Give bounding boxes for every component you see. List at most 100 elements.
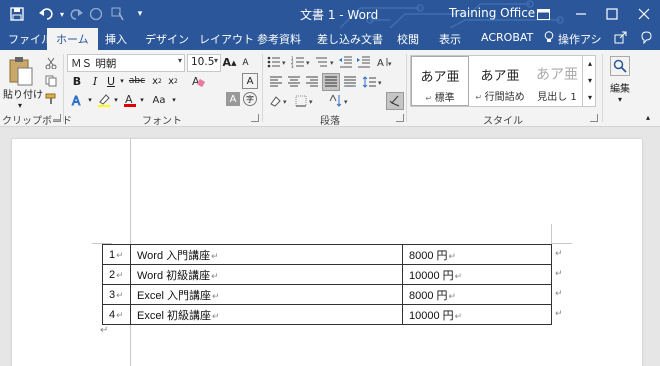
editing-button[interactable]: 編集 <box>606 80 634 95</box>
font-name-select[interactable]: ＭＳ 明朝 ▾ <box>67 54 185 72</box>
grow-font-icon[interactable]: A ▲ <box>223 55 237 70</box>
tab-home[interactable]: ホーム <box>47 28 98 50</box>
subscript-icon[interactable]: x2 <box>150 73 164 89</box>
superscript-icon[interactable]: x2 <box>166 73 180 89</box>
multilevel-list-icon[interactable]: ▾ <box>314 54 336 70</box>
chevron-down-icon[interactable]: ▾ <box>585 74 595 86</box>
strikethrough-icon[interactable]: abc <box>128 73 146 89</box>
asian-layout-icon[interactable]: A ▾ <box>376 54 394 70</box>
table-row[interactable]: 2↵ Word 初級講座↵ 10000 円↵ <box>102 264 552 285</box>
line-spacing-icon[interactable]: ▾ <box>362 74 384 90</box>
table-cell[interactable]: Word 初級講座↵ <box>130 264 403 285</box>
maximize-icon[interactable] <box>602 4 622 24</box>
tab-mailings[interactable]: 差し込み文書 <box>317 31 383 47</box>
close-icon[interactable] <box>634 4 654 24</box>
format-painter-icon[interactable] <box>44 92 58 106</box>
table-cell[interactable]: 10000 円↵ <box>402 304 552 325</box>
show-paragraph-marks-icon[interactable] <box>386 92 404 110</box>
table-cell[interactable]: 10000 円↵ <box>402 264 552 285</box>
table-cell[interactable]: Excel 初級講座↵ <box>130 304 403 325</box>
character-shading-icon[interactable]: A <box>226 92 240 106</box>
align-left-icon[interactable] <box>268 74 284 90</box>
tab-insert[interactable]: 挿入 <box>105 31 127 47</box>
change-case-dropdown-icon[interactable]: ▾ <box>170 92 178 108</box>
underline-dropdown-icon[interactable]: ▾ <box>118 73 126 89</box>
table-row[interactable]: 4↵ Excel 初級講座↵ 10000 円↵ <box>102 304 552 325</box>
shading-icon[interactable]: ▾ <box>268 93 290 109</box>
table-cell[interactable]: Excel 入門講座↵ <box>130 284 403 305</box>
clear-formatting-icon[interactable]: A <box>190 73 206 89</box>
table-cell[interactable]: Word 入門講座↵ <box>130 244 403 265</box>
table-cell[interactable]: 3↵ <box>102 284 131 305</box>
paragraph-launcher-icon[interactable] <box>396 114 404 122</box>
save-icon[interactable] <box>8 4 26 24</box>
tab-references[interactable]: 参考資料 <box>257 31 301 47</box>
align-center-icon[interactable] <box>286 74 302 90</box>
tab-layout[interactable]: レイアウト <box>199 31 254 47</box>
borders-icon[interactable]: ▾ <box>294 93 316 109</box>
increase-indent-icon[interactable] <box>356 54 372 70</box>
cut-icon[interactable] <box>44 56 58 70</box>
share-icon[interactable] <box>614 31 627 47</box>
table-cell[interactable]: 1↵ <box>102 244 131 265</box>
tab-design[interactable]: デザイン <box>145 31 189 47</box>
touch-mode-icon[interactable] <box>110 4 126 24</box>
collapse-ribbon-icon[interactable]: ▴ <box>642 112 654 122</box>
table-cell[interactable]: 4↵ <box>102 304 131 325</box>
table-cell[interactable]: 8000 円↵ <box>402 284 552 305</box>
sort-icon[interactable]: ▾ <box>328 93 352 109</box>
paste-dropdown-icon[interactable]: ▾ <box>14 100 26 110</box>
style-normal[interactable]: あア亜 ↵ 標準 <box>411 56 469 106</box>
find-icon[interactable] <box>610 56 630 76</box>
style-heading-1[interactable]: あア亜 見出し 1 <box>531 56 583 106</box>
tell-me-search[interactable]: 操作アシ <box>558 31 602 47</box>
enclose-characters-icon[interactable]: 字 <box>243 92 257 106</box>
chevron-up-icon[interactable]: ▴ <box>585 57 595 69</box>
highlight-icon[interactable] <box>96 92 112 108</box>
user-name[interactable]: Training Office <box>449 6 535 20</box>
copy-icon[interactable] <box>44 74 58 88</box>
justify-icon[interactable] <box>322 73 340 91</box>
more-styles-icon[interactable]: ▾ <box>585 91 595 103</box>
paste-label[interactable]: 貼り付け <box>3 86 43 101</box>
text-effects-dropdown-icon[interactable]: ▾ <box>86 92 94 108</box>
character-border-icon[interactable]: A <box>242 73 258 89</box>
font-color-icon[interactable]: A <box>122 92 138 108</box>
tab-view[interactable]: 表示 <box>439 31 461 47</box>
styles-launcher-icon[interactable] <box>590 114 598 122</box>
document-table[interactable]: 1↵ Word 入門講座↵ 8000 円↵ 2↵ Word 初級講座↵ 1000… <box>102 244 552 325</box>
underline-icon[interactable]: U <box>104 73 118 89</box>
bold-icon[interactable]: B <box>70 73 84 89</box>
clipboard-launcher-icon[interactable] <box>53 114 61 122</box>
tab-file[interactable]: ファイル <box>8 31 52 47</box>
table-row[interactable]: 1↵ Word 入門講座↵ 8000 円↵ <box>102 244 552 265</box>
italic-icon[interactable]: I <box>88 73 102 89</box>
undo-dropdown-icon[interactable]: ▾ <box>58 4 66 24</box>
text-effects-icon[interactable]: A <box>70 92 86 108</box>
change-case-button[interactable]: Aa <box>148 92 170 108</box>
style-no-spacing[interactable]: あア亜 ↵ 行間詰め <box>469 56 531 106</box>
font-size-select[interactable]: 10.5 ▾ <box>187 54 221 72</box>
table-cell[interactable]: 2↵ <box>102 264 131 285</box>
shrink-font-icon[interactable]: A <box>239 55 252 70</box>
font-launcher-icon[interactable] <box>251 114 259 122</box>
decrease-indent-icon[interactable] <box>338 54 354 70</box>
distributed-icon[interactable] <box>342 74 358 90</box>
tab-acrobat[interactable]: ACROBAT <box>481 31 533 44</box>
tab-review[interactable]: 校閲 <box>397 31 419 47</box>
table-row[interactable]: 3↵ Excel 入門講座↵ 8000 円↵ <box>102 284 552 305</box>
feedback-icon[interactable] <box>640 31 653 47</box>
align-right-icon[interactable] <box>304 74 320 90</box>
styles-gallery-scroll[interactable]: ▴ ▾ ▾ <box>582 55 596 107</box>
document-page[interactable]: 1↵ Word 入門講座↵ 8000 円↵ 2↵ Word 初級講座↵ 1000… <box>12 139 642 366</box>
highlight-dropdown-icon[interactable]: ▾ <box>112 92 120 108</box>
customize-qat-icon[interactable]: ▾ <box>134 4 146 24</box>
ribbon-display-options-icon[interactable] <box>533 4 553 24</box>
table-cell[interactable]: 8000 円↵ <box>402 244 552 265</box>
undo-icon[interactable] <box>36 4 58 24</box>
minimize-icon[interactable] <box>571 4 591 24</box>
font-color-dropdown-icon[interactable]: ▾ <box>138 92 146 108</box>
editing-dropdown-icon[interactable]: ▾ <box>614 94 626 104</box>
numbering-icon[interactable]: 1 2 3 ▾ <box>290 54 312 70</box>
bullets-icon[interactable]: ▾ <box>266 54 288 70</box>
